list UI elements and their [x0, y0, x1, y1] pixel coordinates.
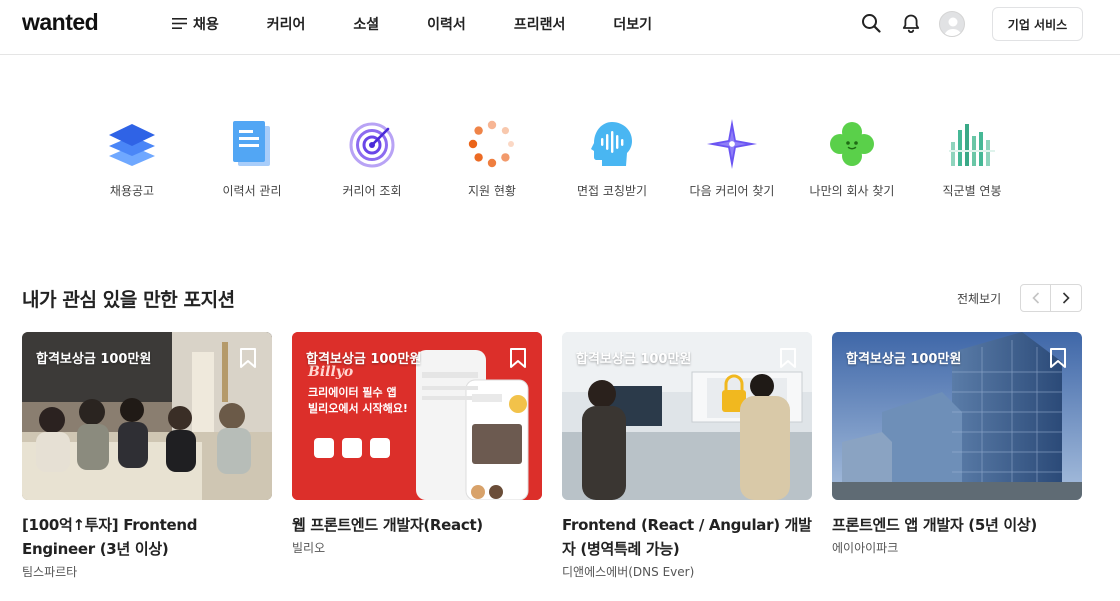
bar-chart-icon — [946, 118, 998, 170]
bookmark-icon[interactable] — [1048, 347, 1068, 369]
job-card[interactable]: 합격보상금 100만원 [100억↑투자] Frontend Engineer … — [22, 332, 272, 580]
chevron-left-icon — [1031, 292, 1039, 304]
job-title[interactable]: 프론트엔드 앱 개발자 (5년 이상) — [832, 513, 1082, 537]
nav-freelancer[interactable]: 프리랜서 — [514, 14, 566, 34]
quick-item-resume-management[interactable]: 이력서 관리 — [192, 118, 312, 199]
section-title: 내가 관심 있을 만한 포지션 — [22, 289, 235, 311]
quick-label-job-postings: 채용공고 — [109, 184, 155, 198]
bookmark-icon[interactable] — [508, 347, 528, 369]
quick-item-application-status[interactable]: 지원 현황 — [432, 118, 552, 199]
bell-icon[interactable] — [900, 12, 922, 34]
quick-item-career-lookup[interactable]: 커리어 조회 — [312, 118, 432, 199]
reward-badge: 합격보상금 100만원 — [36, 352, 152, 367]
reward-badge: 합격보상금 100만원 — [846, 352, 962, 367]
job-card[interactable]: 합격보상금 100만원 Frontend (React / Angular) 개… — [562, 332, 812, 580]
job-card-thumbnail: 합격보상금 100만원 — [562, 332, 812, 500]
see-all-link[interactable]: 전체보기 — [957, 290, 1001, 307]
main-nav: 채용 커리어 소셜 이력서 프리랜서 더보기 — [172, 0, 700, 47]
quick-label-interview-coaching: 면접 코칭받기 — [576, 184, 648, 198]
job-title[interactable]: 웹 프론트엔드 개발자(React) — [292, 513, 542, 537]
quick-label-application-status: 지원 현황 — [468, 184, 516, 198]
nav-resume[interactable]: 이력서 — [427, 14, 466, 34]
nav-social[interactable]: 소셜 — [353, 14, 379, 34]
quick-item-job-postings[interactable]: 채용공고 — [72, 118, 192, 199]
prev-button[interactable] — [1020, 284, 1051, 312]
job-title[interactable]: [100억↑투자] Frontend Engineer (3년 이상) — [22, 513, 272, 561]
job-card-thumbnail: 합격보상금 100만원 — [832, 332, 1082, 500]
quick-label-salary-by-role: 직군별 연봉 — [942, 184, 1002, 198]
quick-label-resume-management: 이력서 관리 — [222, 184, 282, 198]
job-card[interactable]: 합격보상금 100만원 프론트엔드 앱 개발자 (5년 이상) 에이아이파크 — [832, 332, 1082, 580]
nav-jobs[interactable]: 채용 — [172, 14, 219, 34]
job-card-thumbnail: 합격보상금 100만원 — [22, 332, 272, 500]
voice-head-icon — [586, 118, 638, 170]
target-icon — [346, 118, 398, 170]
reward-badge: 합격보상금 100만원 — [306, 352, 422, 367]
document-icon — [226, 118, 278, 170]
business-service-button[interactable]: 기업 서비스 — [992, 7, 1083, 41]
nav-more[interactable]: 더보기 — [613, 14, 652, 34]
company-name[interactable]: 디앤에스에버(DNS Ever) — [562, 563, 812, 580]
quick-item-salary-by-role[interactable]: 직군별 연봉 — [912, 118, 1032, 199]
compass-star-icon — [706, 118, 758, 170]
quick-item-interview-coaching[interactable]: 면접 코칭받기 — [552, 118, 672, 199]
job-card-list: 합격보상금 100만원 [100억↑투자] Frontend Engineer … — [22, 332, 1082, 580]
quick-item-next-career[interactable]: 다음 커리어 찾기 — [672, 118, 792, 199]
promo-line-1: 크리에이터 필수 앱 — [308, 386, 397, 399]
company-name[interactable]: 에이아이파크 — [832, 539, 1082, 556]
quick-label-next-career: 다음 커리어 찾기 — [689, 184, 775, 198]
job-card-thumbnail: Billyo 크리에이터 필수 앱 빌리오에서 시작해요! 합격보상금 100만… — [292, 332, 542, 500]
layers-icon — [106, 118, 158, 170]
company-name[interactable]: 빌리오 — [292, 539, 542, 556]
job-title[interactable]: Frontend (React / Angular) 개발자 (병역특례 가능) — [562, 513, 812, 561]
quick-label-find-company: 나만의 회사 찾기 — [809, 184, 895, 198]
chevron-right-icon — [1062, 292, 1070, 304]
quick-menu: 채용공고 이력서 관리 커리어 조회 지원 현황 면접 코칭받기 다음 커리어 … — [72, 118, 1032, 199]
promo-line-2: 빌리오에서 시작해요! — [308, 402, 408, 415]
job-card[interactable]: Billyo 크리에이터 필수 앱 빌리오에서 시작해요! 합격보상금 100만… — [292, 332, 542, 580]
quick-label-career-lookup: 커리어 조회 — [342, 184, 402, 198]
bookmark-icon[interactable] — [238, 347, 258, 369]
loading-dots-icon — [466, 118, 518, 170]
top-header: wanted 채용 커리어 소셜 이력서 프리랜서 더보기 기업 서비스 — [0, 0, 1120, 55]
quick-item-find-company[interactable]: 나만의 회사 찾기 — [792, 118, 912, 199]
search-icon[interactable] — [860, 12, 882, 34]
reward-badge: 합격보상금 100만원 — [576, 352, 692, 367]
carousel-pager — [1020, 284, 1082, 312]
nav-jobs-label: 채용 — [193, 16, 219, 33]
menu-icon — [172, 17, 188, 30]
company-name[interactable]: 팀스파르타 — [22, 563, 272, 580]
nav-career[interactable]: 커리어 — [267, 14, 306, 34]
clover-icon — [826, 118, 878, 170]
bookmark-icon[interactable] — [778, 347, 798, 369]
next-button[interactable] — [1051, 284, 1082, 312]
wanted-logo[interactable]: wanted — [22, 9, 99, 36]
avatar[interactable] — [939, 11, 965, 37]
